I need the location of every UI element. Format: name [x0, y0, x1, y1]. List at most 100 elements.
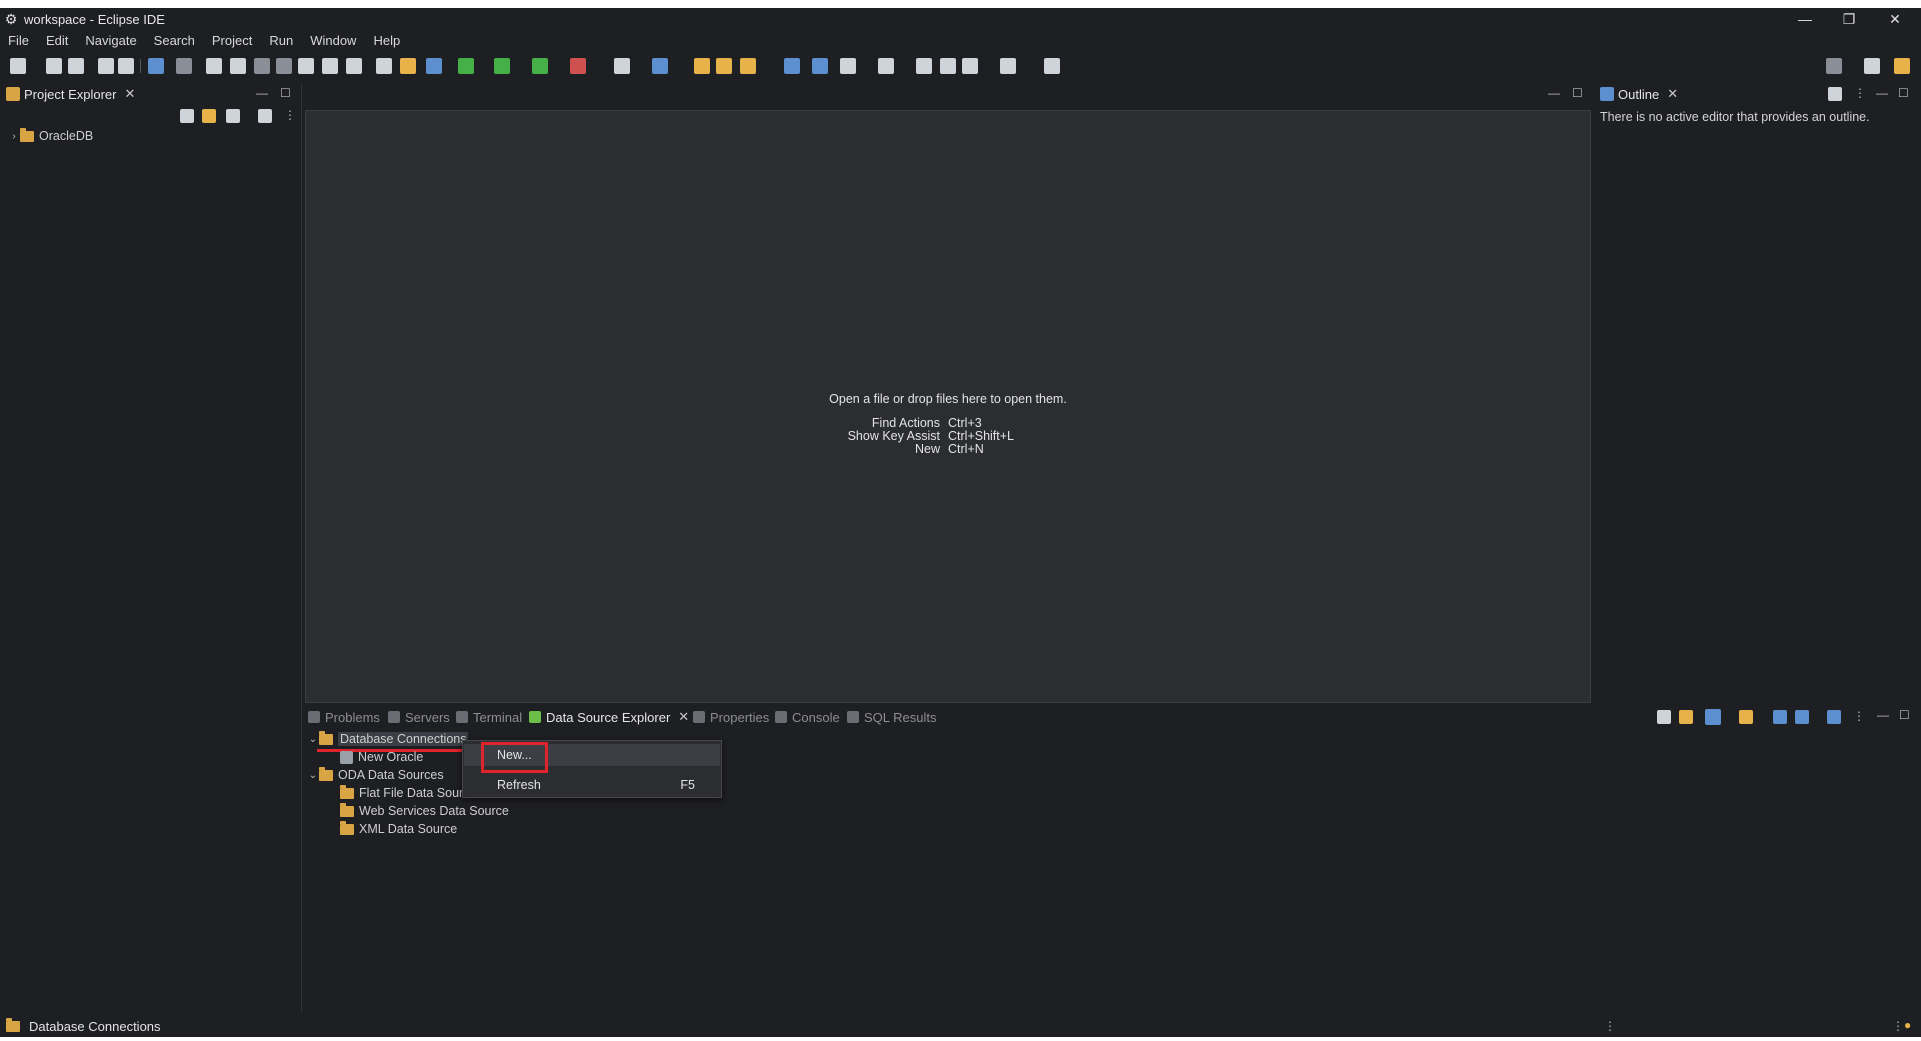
new-icon[interactable] [10, 58, 26, 74]
tab-terminal[interactable]: Terminal [456, 708, 522, 726]
connect-icon[interactable] [1739, 710, 1753, 724]
focus-icon[interactable] [1828, 87, 1842, 101]
coverage-icon[interactable] [532, 58, 548, 74]
link-with-editor-icon[interactable] [1679, 710, 1693, 724]
debug-icon[interactable] [458, 58, 474, 74]
minimize-view-icon[interactable]: — [1877, 708, 1889, 722]
annotation-icon[interactable] [840, 58, 856, 74]
menu-run[interactable]: Run [261, 33, 302, 48]
view-menu-icon[interactable]: ⋮ [1853, 709, 1865, 723]
maximize-view-icon[interactable]: ☐ [1899, 708, 1910, 722]
tab-servers[interactable]: Servers [388, 708, 450, 726]
status-menu-icon[interactable]: ⋮ [1604, 1019, 1616, 1033]
focus-icon[interactable] [258, 109, 272, 123]
collapse-icon[interactable]: ⌄ [307, 734, 319, 745]
use-step-filters-icon[interactable] [376, 58, 392, 74]
context-menu-refresh[interactable]: Refresh F5 [464, 774, 720, 796]
previous-edit-icon[interactable] [916, 58, 932, 74]
close-icon[interactable]: ✕ [124, 86, 135, 102]
new-class-icon[interactable] [652, 58, 668, 74]
tab-sql-results[interactable]: SQL Results [847, 708, 937, 726]
link-with-editor-icon[interactable] [202, 109, 216, 123]
lightbulb-icon[interactable]: ● [1904, 1018, 1911, 1032]
restore-button[interactable]: ❐ [1826, 8, 1872, 30]
open-folder-icon[interactable] [694, 58, 710, 74]
menu-help[interactable]: Help [365, 33, 409, 48]
close-icon[interactable]: ✕ [1667, 86, 1678, 102]
open-perspective-icon[interactable] [1864, 58, 1880, 74]
tab-console[interactable]: Console [775, 708, 840, 726]
run-icon[interactable] [494, 58, 510, 74]
undo-icon[interactable] [98, 58, 114, 74]
tree-item-flat-file[interactable]: Flat File Data Sour [340, 784, 463, 802]
menu-search[interactable]: Search [146, 33, 204, 48]
tab-data-source-explorer[interactable]: Data Source Explorer ✕ [529, 708, 689, 726]
search-icon[interactable] [1826, 58, 1842, 74]
terminal-icon[interactable] [148, 58, 164, 74]
menu-edit[interactable]: Edit [38, 33, 77, 48]
collapse-all-icon[interactable] [180, 109, 194, 123]
back-icon[interactable] [962, 58, 978, 74]
save-all-icon[interactable] [68, 58, 84, 74]
disconnect-icon[interactable] [276, 58, 292, 74]
tree-item-oda-data-sources[interactable]: ⌄ ODA Data Sources [307, 766, 444, 784]
external-tools-icon[interactable] [570, 58, 586, 74]
browser-icon[interactable] [784, 58, 800, 74]
menu-navigate[interactable]: Navigate [77, 33, 145, 48]
suspend-icon[interactable] [230, 58, 246, 74]
skip-breakpoints-icon[interactable] [176, 58, 192, 74]
collapse-icon[interactable]: ⌄ [307, 770, 319, 781]
new-connection-profile-icon[interactable] [1827, 710, 1841, 724]
open-task-icon[interactable] [400, 58, 416, 74]
menu-window[interactable]: Window [302, 33, 365, 48]
view-menu-icon[interactable]: ⋮ [1854, 86, 1866, 100]
import-icon[interactable] [1795, 710, 1809, 724]
status-menu-icon[interactable]: ⋮ [1892, 1019, 1904, 1033]
pin-editor-icon[interactable] [878, 58, 894, 74]
tree-item-web-services[interactable]: Web Services Data Source [340, 802, 509, 820]
redo-icon[interactable] [118, 58, 134, 74]
maximize-view-icon[interactable]: ☐ [280, 86, 291, 100]
tab-project-explorer[interactable]: Project Explorer ✕ [6, 84, 135, 104]
maximize-view-icon[interactable]: ☐ [1898, 86, 1909, 100]
editor-area[interactable]: Open a file or drop files here to open t… [305, 110, 1591, 703]
step-return-icon[interactable] [346, 58, 362, 74]
tree-item-database-connections[interactable]: ⌄ Database Connections [307, 730, 469, 748]
folder-icon [340, 784, 354, 799]
save-icon[interactable] [46, 58, 62, 74]
open-console-icon[interactable] [1044, 58, 1060, 74]
java-ee-perspective-icon[interactable] [1894, 58, 1910, 74]
filter-connections-icon[interactable] [1705, 709, 1721, 725]
open-file-icon[interactable] [716, 58, 732, 74]
expand-icon[interactable]: › [8, 131, 20, 142]
forward-icon[interactable] [1000, 58, 1016, 74]
tab-outline[interactable]: Outline ✕ [1600, 84, 1678, 104]
minimize-view-icon[interactable]: — [256, 86, 268, 100]
web-service-icon[interactable] [812, 58, 828, 74]
search-tool-icon[interactable] [740, 58, 756, 74]
minimize-view-icon[interactable]: — [1876, 86, 1888, 100]
terminate-icon[interactable] [254, 58, 270, 74]
minimize-button[interactable]: — [1782, 8, 1828, 30]
tree-item-xml[interactable]: XML Data Source [340, 820, 457, 838]
new-server-icon[interactable] [614, 58, 630, 74]
editor-minimize-icon[interactable]: — [1548, 86, 1560, 100]
next-edit-icon[interactable] [940, 58, 956, 74]
view-menu-icon[interactable]: ⋮ [284, 108, 296, 122]
filter-icon[interactable] [226, 109, 240, 123]
open-type-icon[interactable] [426, 58, 442, 74]
menu-project[interactable]: Project [204, 33, 261, 48]
tree-item-new-oracle[interactable]: New Oracle [340, 748, 423, 766]
close-window-button[interactable]: ✕ [1872, 8, 1918, 30]
menu-file[interactable]: File [0, 33, 38, 48]
step-over-icon[interactable] [322, 58, 338, 74]
tab-problems[interactable]: Problems [308, 708, 380, 726]
export-icon[interactable] [1773, 710, 1787, 724]
tree-item-oracledb[interactable]: › OracleDB [8, 127, 93, 145]
tab-properties[interactable]: Properties [693, 708, 769, 726]
step-into-icon[interactable] [298, 58, 314, 74]
collapse-all-icon[interactable] [1657, 710, 1671, 724]
resume-icon[interactable] [206, 58, 222, 74]
close-icon[interactable]: ✕ [678, 709, 689, 725]
editor-maximize-icon[interactable]: ☐ [1572, 86, 1583, 100]
